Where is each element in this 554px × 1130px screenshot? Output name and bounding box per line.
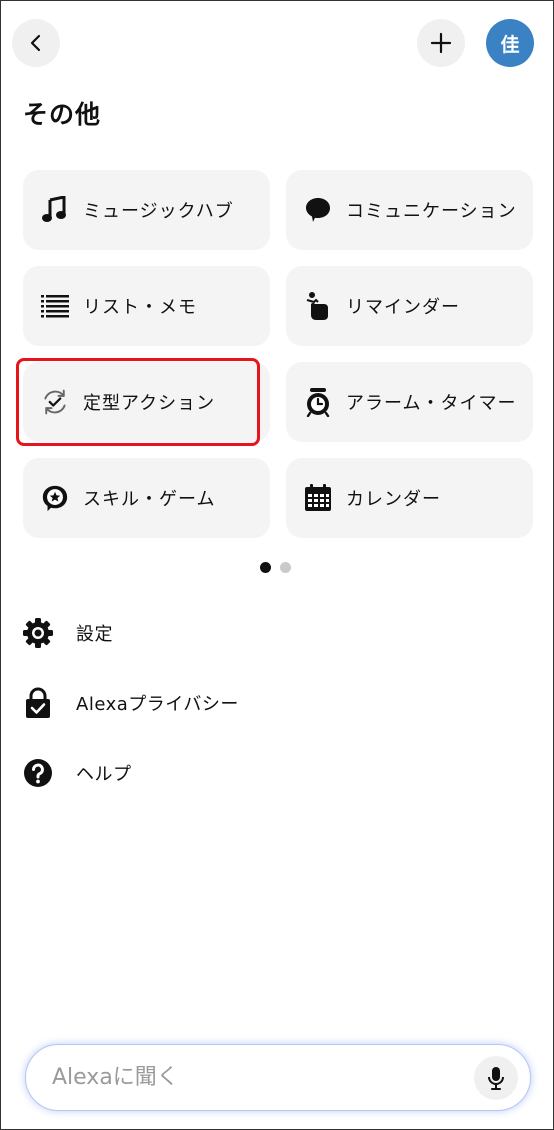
page-title: その他 — [23, 100, 102, 129]
alarm-clock-icon — [304, 388, 332, 417]
menu-item-alexa-privacy[interactable]: Alexaプライバシー — [21, 683, 239, 723]
mic-button[interactable] — [474, 1056, 518, 1100]
tile-lists-notes[interactable]: リスト・メモ — [23, 266, 270, 346]
ask-alexa-bar — [25, 1044, 531, 1111]
tile-label: ミュージックハブ — [83, 201, 234, 222]
tile-skills-games[interactable]: スキル・ゲーム — [23, 458, 270, 538]
tile-label: コミュニケーション — [346, 201, 517, 222]
tile-reminders[interactable]: リマインダー — [286, 266, 533, 346]
screen-frame: 佳 その他 ミュージックハブ コミュニケーション リスト・メモ リマインダー 定… — [0, 0, 554, 1130]
tile-label: リマインダー — [346, 297, 460, 318]
tile-label: アラーム・タイマー — [346, 393, 517, 414]
help-icon — [21, 756, 55, 790]
tile-routines[interactable]: 定型アクション — [23, 362, 270, 442]
tile-label: 定型アクション — [83, 393, 216, 414]
tile-music-hub[interactable]: ミュージックハブ — [23, 170, 270, 250]
menu-item-label: 設定 — [76, 624, 113, 645]
speech-bubble-icon — [304, 196, 332, 224]
tile-calendar[interactable]: カレンダー — [286, 458, 533, 538]
list-icon — [41, 292, 69, 320]
plus-icon — [430, 32, 452, 54]
calendar-icon — [304, 484, 332, 512]
page-indicator — [260, 562, 291, 573]
tile-label: カレンダー — [346, 489, 441, 510]
skills-star-icon — [41, 484, 69, 512]
menu-item-help[interactable]: ヘルプ — [21, 753, 132, 793]
reminder-hand-icon — [304, 292, 332, 320]
avatar[interactable]: 佳 — [486, 19, 534, 67]
tile-alarms-timers[interactable]: アラーム・タイマー — [286, 362, 533, 442]
tile-label: リスト・メモ — [83, 297, 197, 318]
tile-label: スキル・ゲーム — [83, 489, 216, 510]
back-button[interactable] — [12, 19, 60, 67]
privacy-lock-icon — [21, 686, 55, 720]
page-dot-active[interactable] — [260, 562, 271, 573]
ask-alexa-input[interactable] — [52, 1065, 452, 1090]
menu-item-label: ヘルプ — [76, 764, 132, 785]
add-button[interactable] — [417, 19, 465, 67]
menu-item-settings[interactable]: 設定 — [21, 613, 113, 653]
gear-icon — [21, 616, 55, 650]
music-note-icon — [41, 196, 69, 224]
menu-item-label: Alexaプライバシー — [76, 694, 239, 715]
chevron-left-icon — [30, 34, 41, 52]
microphone-icon — [488, 1067, 504, 1090]
page-dot[interactable] — [280, 562, 291, 573]
routine-check-icon — [41, 388, 69, 416]
tile-communication[interactable]: コミュニケーション — [286, 170, 533, 250]
